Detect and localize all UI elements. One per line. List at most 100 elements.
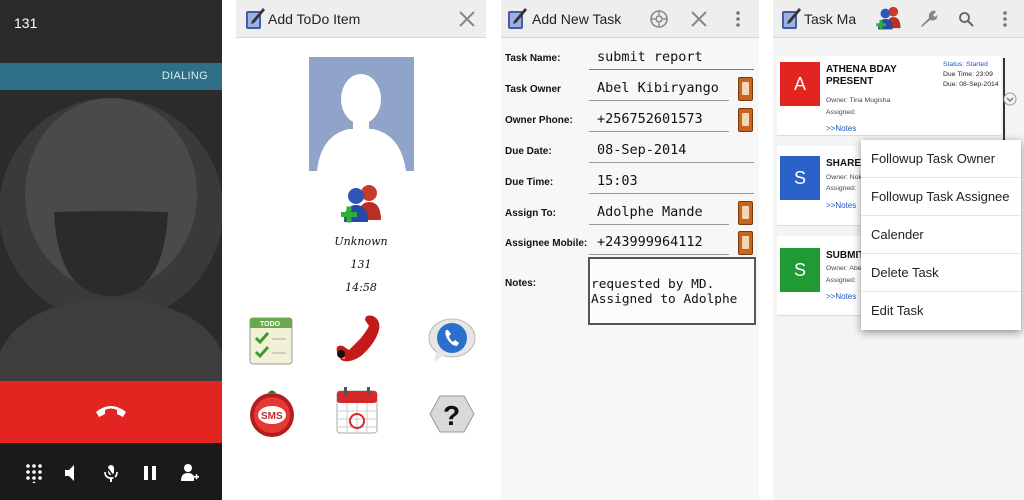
svg-text:?: ?: [443, 400, 460, 431]
task-manager-toolbar: Task Ma: [773, 0, 1024, 38]
due-date-row: Due Date: 08-Sep-2014: [501, 136, 759, 166]
screenshot-collage: 131 DIALING Add ToDo Item Unknown 131 14…: [0, 0, 1024, 500]
assign-to-label: Assign To:: [505, 208, 556, 219]
task-due-date: Due: 08-Sep-2014: [943, 81, 999, 88]
end-call-icon: [96, 406, 126, 417]
speaker-icon[interactable]: [61, 463, 81, 483]
sms-icon[interactable]: SMS: [246, 388, 298, 440]
app-pen-icon: [782, 8, 801, 29]
menu-item-delete-task[interactable]: Delete Task: [861, 254, 1021, 292]
mute-icon[interactable]: [101, 463, 121, 483]
call-controls-bar: [0, 443, 222, 500]
task-manager-screen: Task Ma A ATHENA BDAY PRESENT Owner: Tin…: [773, 0, 1024, 500]
due-date-input[interactable]: 08-Sep-2014: [589, 139, 754, 163]
task-avatar: S: [780, 248, 820, 292]
task-assigned: Assigned:: [826, 109, 856, 116]
task-owner: Owner: Tina Mugisha: [826, 97, 891, 104]
menu-item-calender[interactable]: Calender: [861, 216, 1021, 254]
add-todo-toolbar: Add ToDo Item: [236, 0, 486, 38]
add-contact-icon[interactable]: [339, 182, 385, 228]
call-status-bar: DIALING: [0, 63, 222, 90]
svg-text:TODO: TODO: [260, 321, 281, 328]
svg-text:SMS: SMS: [261, 411, 283, 422]
overflow-menu-icon[interactable]: [735, 10, 741, 28]
task-name-input[interactable]: submit report: [589, 46, 754, 70]
task-manager-title: Task Ma: [804, 11, 857, 27]
call-icon[interactable]: [331, 314, 383, 366]
dialer-screen: 131 DIALING: [0, 0, 222, 500]
hold-icon[interactable]: [140, 463, 160, 483]
search-icon[interactable]: [958, 11, 974, 27]
add-task-title: Add New Task: [532, 11, 622, 27]
notes-textarea[interactable]: requested by MD. Assigned to Adolphe: [588, 257, 756, 325]
task-assigned: Assigned:: [826, 277, 856, 284]
assign-to-input[interactable]: Adolphe Mande: [589, 201, 729, 225]
task-card[interactable]: A ATHENA BDAY PRESENT Owner: Tina Mugish…: [777, 56, 1001, 136]
calendar-icon[interactable]: [331, 385, 383, 437]
add-contact-icon[interactable]: [875, 5, 903, 33]
close-icon[interactable]: [690, 10, 708, 28]
task-meta: Status: Started Due Time: 23:09 Due: 08-…: [943, 60, 999, 90]
task-owner-label: Task Owner: [505, 84, 561, 95]
app-pen-icon: [508, 8, 527, 29]
menu-item-followup-assignee[interactable]: Followup Task Assignee: [861, 178, 1021, 216]
end-call-button[interactable]: [0, 381, 222, 443]
task-name-label: Task Name:: [505, 53, 561, 64]
caller-placeholder-avatar: [0, 90, 222, 381]
task-avatar: A: [780, 62, 820, 106]
owner-phone-row: Owner Phone: +256752601573: [501, 105, 759, 135]
settings-wrench-icon[interactable]: [918, 9, 938, 29]
due-time-row: Due Time: 15:03: [501, 167, 759, 197]
overflow-menu-icon[interactable]: [1002, 10, 1008, 28]
menu-item-followup-owner[interactable]: Followup Task Owner: [861, 140, 1021, 178]
task-due-time: Due Time: 23:09: [943, 71, 993, 78]
task-status: Status: Started: [943, 61, 988, 68]
task-assigned: Assigned:: [826, 185, 856, 192]
task-notes-link[interactable]: >>Notes: [826, 292, 856, 301]
owner-phone-label: Owner Phone:: [505, 115, 573, 126]
menu-item-edit-task[interactable]: Edit Task: [861, 292, 1021, 330]
task-owner-row: Task Owner Abel Kibiryango: [501, 74, 759, 104]
chevron-down-icon[interactable]: [1003, 92, 1017, 106]
add-call-icon[interactable]: [179, 463, 199, 483]
assignee-mobile-label: Assignee Mobile:: [505, 238, 588, 249]
task-title: ATHENA BDAY PRESENT: [826, 64, 897, 87]
due-time-label: Due Time:: [505, 177, 554, 188]
pick-assignee-contact-button[interactable]: [738, 201, 753, 225]
task-owner: Owner: Nok: [826, 174, 862, 181]
assignee-mobile-input[interactable]: +243999964112: [589, 231, 729, 255]
close-icon[interactable]: [458, 10, 476, 28]
task-owner: Owner: Abe: [826, 265, 862, 272]
dialed-number: 131: [14, 15, 38, 31]
assignee-mobile-row: Assignee Mobile: +243999964112: [501, 228, 759, 258]
contact-number: 131: [350, 258, 372, 271]
todo-list-icon[interactable]: TODO: [246, 314, 298, 366]
assign-to-row: Assign To: Adolphe Mande: [501, 198, 759, 228]
owner-phone-input[interactable]: +256752601573: [589, 108, 729, 132]
due-date-label: Due Date:: [505, 146, 552, 157]
contact-photo-placeholder[interactable]: [309, 57, 414, 171]
call-time: 14:58: [345, 281, 377, 294]
task-notes-link[interactable]: >>Notes: [826, 201, 856, 210]
add-task-screen: Add New Task Task Name: submit report Ta…: [501, 0, 759, 500]
task-context-menu: Followup Task Owner Followup Task Assign…: [861, 140, 1021, 330]
add-todo-title: Add ToDo Item: [268, 11, 361, 27]
pick-owner-phone-button[interactable]: [738, 108, 753, 132]
task-name-row: Task Name: submit report: [501, 43, 759, 73]
help-icon[interactable]: ?: [426, 388, 478, 440]
phone-bubble-icon[interactable]: [426, 314, 478, 366]
app-pen-icon: [246, 8, 265, 29]
contact-name: Unknown: [334, 235, 388, 248]
due-time-input[interactable]: 15:03: [589, 170, 754, 194]
dialpad-icon[interactable]: [24, 463, 44, 483]
task-avatar: S: [780, 156, 820, 200]
notes-label: Notes:: [505, 278, 537, 289]
add-todo-screen: Add ToDo Item Unknown 131 14:58 TODO SMS…: [236, 0, 486, 500]
call-status-label: DIALING: [161, 70, 208, 82]
task-notes-link[interactable]: >>Notes: [826, 124, 856, 133]
add-task-toolbar: Add New Task: [501, 0, 759, 38]
pick-owner-contact-button[interactable]: [738, 77, 753, 101]
save-icon[interactable]: [649, 9, 669, 29]
pick-assignee-phone-button[interactable]: [738, 231, 753, 255]
task-owner-input[interactable]: Abel Kibiryango: [589, 77, 729, 101]
